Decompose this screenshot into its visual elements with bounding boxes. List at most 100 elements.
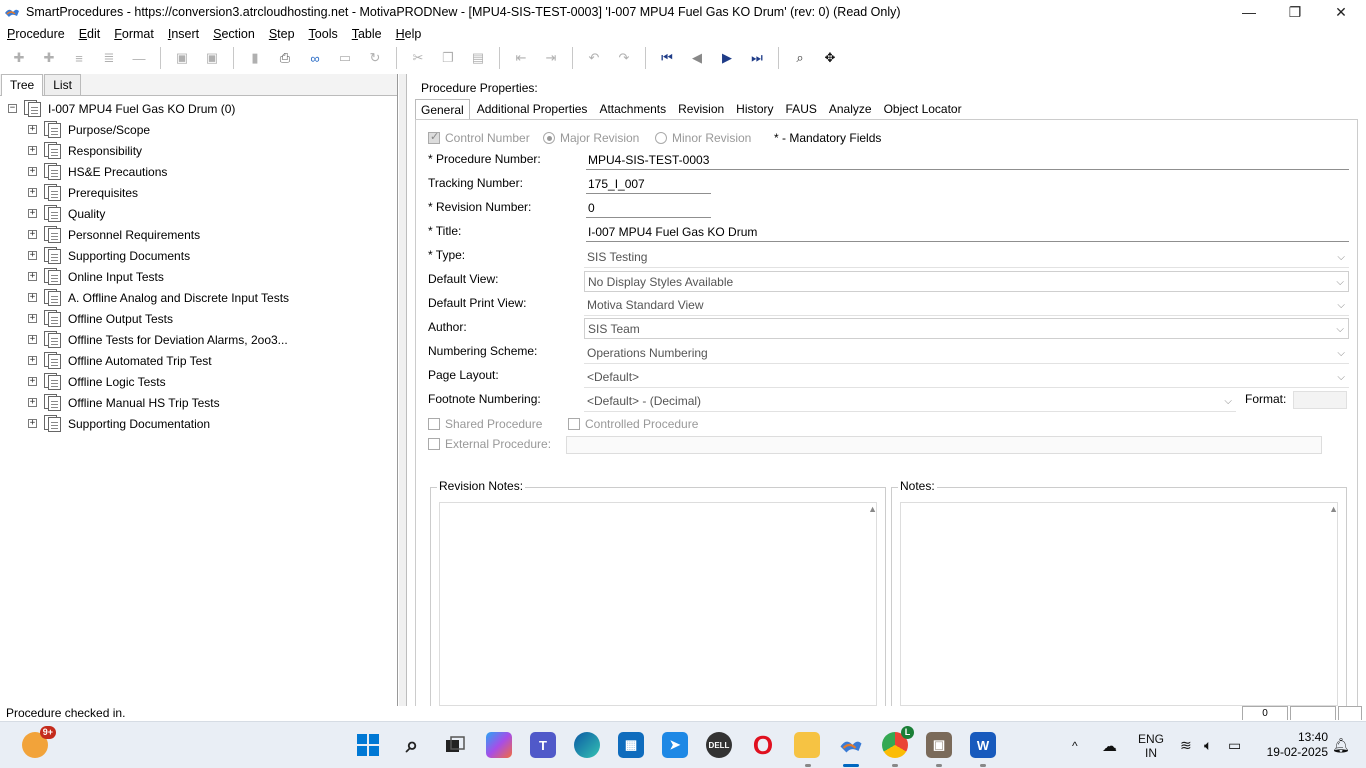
tree-item[interactable]: + Offline Tests for Deviation Alarms, 2oo… [0,329,397,350]
author-select[interactable]: SIS Team ⌵ [584,318,1349,339]
last-record-icon[interactable]: ⏭ [746,47,768,69]
scroll-up-icon[interactable]: ▲ [868,504,877,514]
expand-icon[interactable]: + [28,419,37,428]
tab-general[interactable]: General [415,99,470,120]
format-field[interactable] [1293,391,1347,409]
checkbox-unchecked[interactable] [428,438,440,450]
menu-insert[interactable]: Insert [168,27,199,41]
close-button[interactable]: ✕ [1318,0,1364,24]
chevron-down-icon[interactable]: ⌵ [1337,367,1345,388]
print-icon[interactable]: ⎙ [274,47,296,69]
opera-icon[interactable]: O [750,730,776,760]
default-print-view-select[interactable]: Motiva Standard View ⌵ [584,295,1349,316]
tree-item[interactable]: + Offline Manual HS Trip Tests [0,392,397,413]
menu-section[interactable]: Section [213,27,255,41]
expand-icon[interactable]: + [28,146,37,155]
revision-notes-textarea[interactable] [439,502,877,706]
first-record-icon[interactable]: ⏮ [656,47,678,69]
list-icon[interactable]: ≡ [68,47,90,69]
language-indicator[interactable]: ENG IN [1138,722,1164,768]
menu-help[interactable]: Help [396,27,422,41]
expand-icon[interactable]: + [28,125,37,134]
cloud-sync-icon[interactable]: ☁ [1102,722,1117,768]
dell-icon[interactable]: DELL [706,732,732,758]
tree-item[interactable]: + Personnel Requirements [0,224,397,245]
weather-widget-icon[interactable]: 9+ [22,726,56,758]
tab-tree[interactable]: Tree [1,74,44,96]
chevron-down-icon[interactable]: ⌵ [1336,272,1344,293]
tray-overflow-icon[interactable]: ^ [1072,722,1078,768]
expand-icon[interactable]: + [28,293,37,302]
menu-edit[interactable]: Edit [79,27,101,41]
page-layout-select[interactable]: <Default> ⌵ [584,367,1349,388]
search-icon[interactable]: ⌕ [399,732,425,758]
menu-table[interactable]: Table [352,27,382,41]
revision-number-field[interactable]: 0 [586,198,711,218]
chevron-down-icon[interactable]: ⌵ [1337,343,1345,364]
store-icon[interactable]: ▦ [618,732,644,758]
checkbox-checked[interactable] [428,130,440,144]
procedure-number-field[interactable]: MPU4-SIS-TEST-0003 [586,150,1349,170]
add-subsection-icon[interactable]: ✚ [38,47,60,69]
tree-item[interactable]: + Prerequisites [0,182,397,203]
numbering-scheme-select[interactable]: Operations Numbering ⌵ [584,343,1349,364]
move-icon[interactable]: ✥ [819,47,841,69]
menu-procedure[interactable]: Procedure [7,27,65,41]
menu-format[interactable]: Format [114,27,154,41]
tree-item[interactable]: + Purpose/Scope [0,119,397,140]
tree-item[interactable]: + Quality [0,203,397,224]
radio-unchecked[interactable] [655,132,667,144]
add-section-icon[interactable]: ✚ [8,47,30,69]
tree-item[interactable]: + Offline Automated Trip Test [0,350,397,371]
tree-item[interactable]: + Offline Output Tests [0,308,397,329]
window-icon[interactable]: ▭ [334,47,356,69]
teams-icon[interactable]: T [530,732,556,758]
volume-icon[interactable]: 🔈︎ [1204,722,1212,768]
expand-icon[interactable]: + [28,230,37,239]
collapse-icon[interactable]: − [8,104,17,113]
expand-icon[interactable]: + [28,251,37,260]
title-field[interactable]: I-007 MPU4 Fuel Gas KO Drum [586,222,1349,242]
outdent-icon[interactable]: ⇤ [510,47,532,69]
chevron-down-icon[interactable]: ⌵ [1337,247,1345,268]
tab-revision[interactable]: Revision [673,99,729,120]
notes-textarea[interactable] [900,502,1338,706]
expand-icon[interactable]: + [28,314,37,323]
next-record-icon[interactable]: ▶ [716,47,738,69]
refresh-icon[interactable]: ↻ [364,47,386,69]
task-view-icon[interactable] [442,732,468,758]
menu-step[interactable]: Step [269,27,295,41]
tab-additional-properties[interactable]: Additional Properties [472,99,593,120]
tab-list[interactable]: List [44,74,81,95]
chrome-icon[interactable]: L [882,726,914,758]
type-select[interactable]: SIS Testing ⌵ [584,247,1349,268]
checkbox-unchecked[interactable] [428,418,440,430]
tab-faus[interactable]: FAUS [781,99,822,120]
notifications-icon[interactable]: 🔔︎ [1332,722,1350,768]
clock[interactable]: 13:40 19-02-2025 [1267,730,1328,760]
checkbox-unchecked[interactable] [568,418,580,430]
tree-item[interactable]: + HS&E Precautions [0,161,397,182]
expand-icon[interactable]: + [28,335,37,344]
radio-checked[interactable] [543,132,555,144]
tree-item[interactable]: + Online Input Tests [0,266,397,287]
checkout-icon[interactable]: ▮ [244,47,266,69]
remove-icon[interactable]: — [128,47,150,69]
expand-icon[interactable]: + [28,167,37,176]
tree-item[interactable]: + Supporting Documentation [0,413,397,434]
smartprocedures-taskbar-icon[interactable] [838,732,864,758]
redo-icon[interactable]: ↷ [613,47,635,69]
expand-icon[interactable]: + [28,272,37,281]
start-icon[interactable] [355,732,381,758]
chevron-down-icon[interactable]: ⌵ [1224,391,1232,412]
previous-record-icon[interactable]: ◀ [686,47,708,69]
indent-list-icon[interactable]: ≣ [98,47,120,69]
shared-procedure-checkbox[interactable]: Shared Procedure [428,414,542,434]
pane-splitter[interactable] [399,74,407,706]
link-icon[interactable]: ∞ [304,47,326,69]
expand-icon[interactable]: + [28,377,37,386]
tree-item[interactable]: + Offline Logic Tests [0,371,397,392]
minimize-button[interactable]: — [1226,0,1272,24]
default-view-select[interactable]: No Display Styles Available ⌵ [584,271,1349,292]
copy-icon[interactable]: ❐ [437,47,459,69]
